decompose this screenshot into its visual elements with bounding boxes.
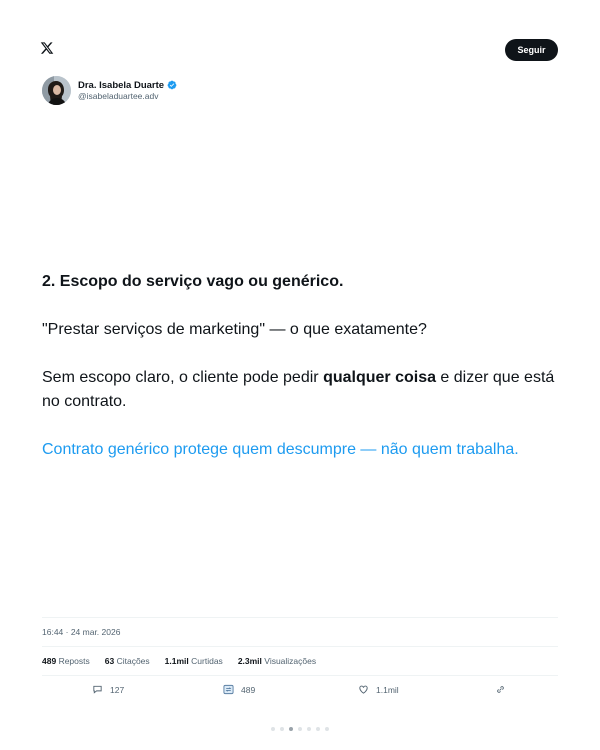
reply-count: 127 (110, 684, 125, 695)
reply-icon (93, 685, 102, 694)
page-dot[interactable] (280, 727, 284, 731)
x-logo-icon[interactable] (40, 41, 54, 55)
stat-likes[interactable]: 1.1mil Curtidas (165, 656, 223, 666)
divider (42, 675, 558, 676)
reply-button[interactable]: 127 (92, 684, 124, 695)
avatar[interactable] (42, 76, 71, 105)
paragraph-emphasis: qualquer coisa (323, 369, 436, 386)
like-count: 1.1mil (376, 684, 399, 695)
user-handle[interactable]: @isabeladuartee.adv (78, 91, 177, 101)
post-body: 2. Escopo do serviço vago ou genérico. "… (42, 270, 562, 462)
like-button[interactable]: 1.1mil (358, 684, 399, 695)
author-profile[interactable]: Dra. Isabela Duarte @isabeladuartee.adv (42, 76, 177, 105)
divider (42, 646, 558, 647)
post-timestamp[interactable]: 16:44 · 24 mar. 2026 (42, 627, 120, 637)
post-heading: 2. Escopo do serviço vago ou genérico. (42, 273, 344, 290)
verified-badge-icon (167, 81, 177, 90)
stat-views[interactable]: 2.3mil Visualizações (238, 656, 316, 666)
stat-reposts[interactable]: 489 Reposts (42, 656, 90, 666)
post-paragraph: Sem escopo claro, o cliente pode pedir q… (42, 366, 562, 414)
share-link-button[interactable] (495, 684, 513, 695)
page-dot[interactable] (298, 727, 302, 731)
post-highlight: Contrato genérico protege quem descumpre… (42, 441, 519, 458)
page-dot-active[interactable] (289, 727, 293, 731)
page-dot[interactable] (325, 727, 329, 731)
carousel-pagination (271, 727, 334, 731)
page-dot[interactable] (307, 727, 311, 731)
page-dot[interactable] (316, 727, 320, 731)
divider (42, 617, 558, 618)
repost-icon (223, 684, 234, 695)
paragraph-text-start: Sem escopo claro, o cliente pode pedir (42, 369, 324, 386)
page-dot[interactable] (271, 727, 275, 731)
repost-button[interactable]: 489 (223, 684, 255, 695)
post-quote: "Prestar serviços de marketing" — o que … (42, 321, 427, 338)
heart-icon (359, 685, 368, 694)
repost-count: 489 (241, 684, 256, 695)
engagement-stats: 489 Reposts 63 Citações 1.1mil Curtidas … (42, 656, 331, 666)
follow-button[interactable]: Seguir (505, 39, 558, 61)
action-bar: 127 489 1.1mil (0, 684, 600, 698)
link-icon (497, 686, 504, 693)
stat-quotes[interactable]: 63 Citações (105, 656, 150, 666)
display-name[interactable]: Dra. Isabela Duarte (78, 80, 164, 91)
